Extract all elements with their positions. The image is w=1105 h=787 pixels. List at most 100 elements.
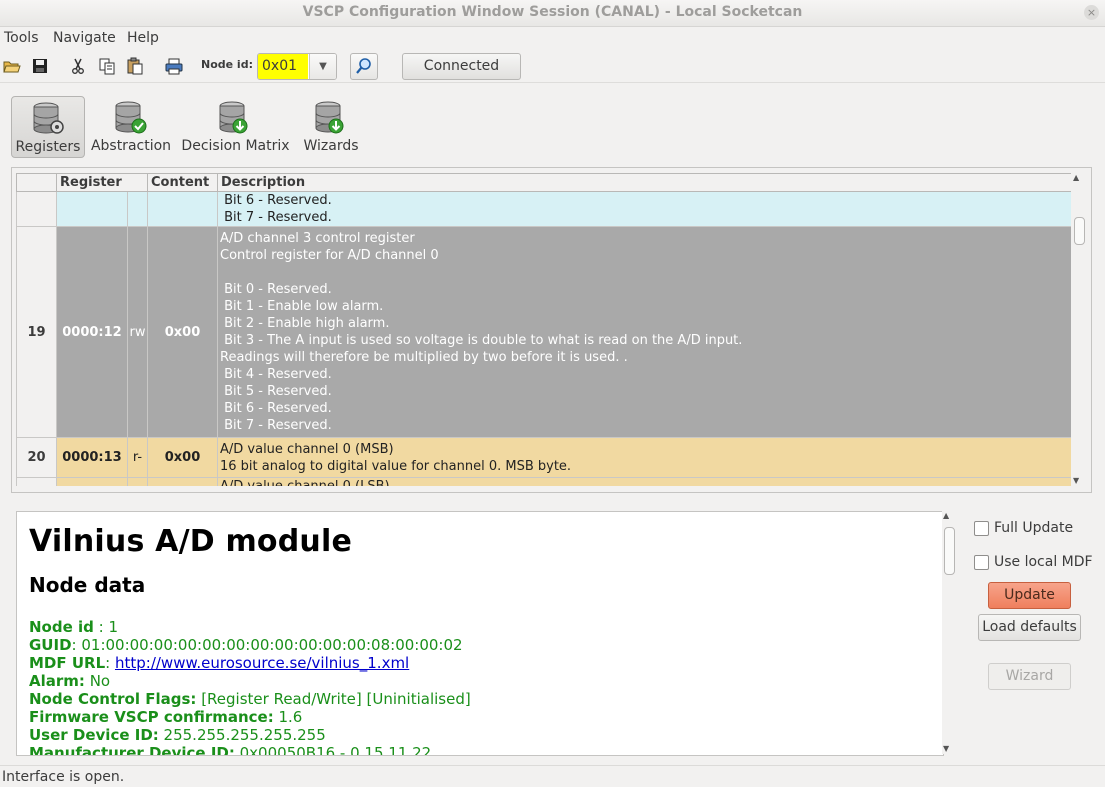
column-header-content[interactable]: Content — [147, 173, 218, 192]
node-id-label: Node id: — [201, 58, 253, 71]
register-grid[interactable]: Register Content Description Bit 6 - Res… — [16, 173, 1071, 486]
scroll-down-icon[interactable]: ▼ — [1073, 476, 1079, 485]
description-cell: Bit 6 - Reserved. Bit 7 - Reserved. — [217, 191, 1071, 227]
close-icon[interactable]: × — [1084, 5, 1099, 20]
access-cell — [127, 477, 148, 486]
register-cell[interactable]: 0000:13 — [56, 437, 128, 478]
field-value: 255.255.255.255.255 — [163, 726, 326, 744]
access-cell: r- — [127, 437, 148, 478]
tab-registers[interactable]: Registers — [11, 96, 85, 158]
grid-scroll-thumb[interactable] — [1074, 217, 1085, 245]
description-cell: A/D value channel 0 (LSB) — [217, 477, 1071, 486]
row-number[interactable] — [16, 477, 57, 486]
content-cell[interactable]: 0x00 — [147, 437, 218, 478]
node-control-flags-field: Node Control Flags: [Register Read/Write… — [29, 690, 471, 708]
content-cell[interactable] — [147, 477, 218, 486]
full-update-label[interactable]: Full Update — [994, 520, 1073, 536]
table-row[interactable]: 20 0000:13 r- 0x00 A/D value channel 0 (… — [16, 437, 1071, 478]
save-icon[interactable] — [31, 57, 49, 75]
scroll-up-icon[interactable]: ▲ — [943, 511, 949, 520]
column-header-description[interactable]: Description — [217, 173, 1071, 192]
description-cell: A/D value channel 0 (MSB) 16 bit analog … — [217, 437, 1071, 478]
node-data-heading: Node data — [29, 573, 146, 597]
field-key: Node Control Flags: — [29, 690, 197, 708]
full-update-checkbox[interactable] — [974, 521, 989, 536]
scroll-down-icon[interactable]: ▼ — [943, 744, 949, 753]
toolbar — [0, 50, 1105, 83]
mdf-url-field: MDF URL: http://www.eurosource.se/vilniu… — [29, 654, 409, 672]
corner-header — [16, 173, 57, 192]
mdf-url-link[interactable]: http://www.eurosource.se/vilnius_1.xml — [115, 654, 409, 672]
tab-wizards[interactable]: Wizards — [300, 96, 362, 156]
paste-icon[interactable] — [126, 57, 144, 75]
field-sep: : — [105, 654, 115, 672]
magnifier-icon — [356, 58, 371, 74]
row-number[interactable]: 19 — [16, 226, 57, 438]
user-device-id-field: User Device ID: 255.255.255.255.255 — [29, 726, 326, 744]
node-id-combobox[interactable]: 0x01 ▼ — [257, 53, 337, 80]
info-scrollbar[interactable]: ▲ ▼ — [942, 511, 955, 754]
field-value: 0x00050B16 - 0.15.11.22 — [239, 744, 432, 756]
use-local-mdf-checkbox[interactable] — [974, 555, 989, 570]
scroll-up-icon[interactable]: ▲ — [1073, 173, 1079, 182]
row-number[interactable] — [16, 191, 57, 227]
grid-scrollbar[interactable]: ▲ ▼ — [1072, 173, 1085, 486]
row-number[interactable]: 20 — [16, 437, 57, 478]
window-title: VSCP Configuration Window Session (CANAL… — [302, 4, 803, 20]
open-folder-icon[interactable] — [3, 57, 21, 75]
table-row[interactable]: A/D value channel 0 (LSB) — [16, 477, 1071, 486]
node-info-panel[interactable]: Vilnius A/D module Node data Node id : 1… — [16, 511, 944, 756]
field-key: Alarm: — [29, 672, 85, 690]
update-button[interactable]: Update — [988, 582, 1071, 609]
database-check-icon — [115, 101, 147, 134]
table-row[interactable]: 19 0000:12 rw 0x00 A/D channel 3 control… — [16, 226, 1071, 438]
module-title: Vilnius A/D module — [29, 524, 353, 559]
field-value: No — [89, 672, 111, 690]
load-defaults-button[interactable]: Load defaults — [978, 614, 1081, 641]
node-id-value[interactable]: 0x01 — [258, 54, 308, 79]
register-cell[interactable]: 0000:12 — [56, 226, 128, 438]
grid-header-row: Register Content Description — [16, 173, 1071, 192]
field-value: 01:00:00:00:00:00:00:00:00:00:00:00:08:0… — [81, 636, 463, 654]
field-key: User Device ID: — [29, 726, 159, 744]
menu-navigate[interactable]: Navigate — [53, 30, 116, 46]
database-download-icon — [219, 101, 248, 134]
cut-icon[interactable] — [69, 57, 87, 75]
content-cell[interactable]: 0x00 — [147, 226, 218, 438]
column-header-register[interactable]: Register — [56, 173, 148, 192]
menu-help[interactable]: Help — [127, 30, 159, 46]
field-key: Firmware VSCP confirmance: — [29, 708, 274, 726]
use-local-mdf-label[interactable]: Use local MDF — [994, 554, 1093, 570]
tab-abstraction[interactable]: Abstraction — [89, 96, 173, 156]
database-download-icon — [315, 101, 344, 134]
status-bar: Interface is open. — [0, 765, 1105, 787]
tab-wizards-label: Wizards — [303, 138, 359, 154]
firmware-field: Firmware VSCP confirmance: 1.6 — [29, 708, 302, 726]
field-key: Node id — [29, 618, 94, 636]
menu-bar: Tools Navigate Help — [0, 27, 1105, 49]
field-sep: : — [71, 636, 82, 654]
field-key: MDF URL — [29, 654, 106, 672]
access-cell — [127, 191, 148, 227]
register-cell[interactable] — [56, 477, 128, 486]
register-cell[interactable] — [56, 191, 128, 227]
connected-button[interactable]: Connected — [402, 53, 521, 80]
print-icon[interactable] — [165, 57, 183, 75]
menu-tools[interactable]: Tools — [4, 30, 39, 46]
description-cell: A/D channel 3 control register Control r… — [217, 226, 1071, 438]
database-gear-icon — [33, 102, 64, 134]
field-value: [Register Read/Write] [Uninitialised] — [201, 690, 471, 708]
tab-decision-matrix-label: Decision Matrix — [181, 138, 290, 154]
content-cell[interactable] — [147, 191, 218, 227]
info-scroll-thumb[interactable] — [944, 527, 955, 575]
tab-decision-matrix[interactable]: Decision Matrix — [181, 96, 290, 156]
wizard-button[interactable]: Wizard — [988, 663, 1071, 690]
scan-node-button[interactable] — [350, 53, 378, 80]
table-row[interactable]: Bit 6 - Reserved. Bit 7 - Reserved. — [16, 191, 1071, 227]
chevron-down-icon[interactable]: ▼ — [309, 54, 336, 79]
field-sep: : — [93, 618, 109, 636]
tab-abstraction-label: Abstraction — [90, 138, 172, 154]
node-id-field: Node id : 1 — [29, 618, 118, 636]
copy-icon[interactable] — [98, 57, 116, 75]
field-value: 1 — [108, 618, 119, 636]
